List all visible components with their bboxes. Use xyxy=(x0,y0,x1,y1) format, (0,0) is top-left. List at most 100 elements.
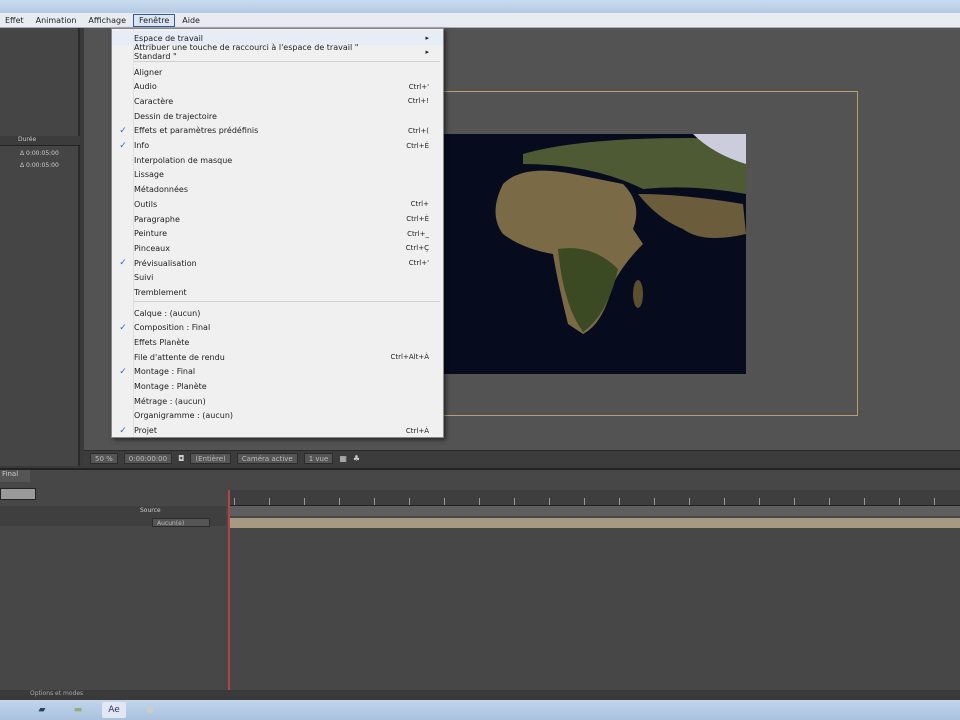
menu-item[interactable]: Métrage : (aucun) xyxy=(112,394,443,408)
menu-item-label: Montage : Planète xyxy=(134,382,207,391)
menu-item-label: Effets Planète xyxy=(134,337,190,347)
menu-item[interactable]: ✓ Projet Ctrl+À xyxy=(112,424,443,438)
menu-item[interactable]: Caractère Ctrl+! xyxy=(112,94,443,108)
app-icon[interactable]: ● xyxy=(138,702,162,718)
menu-item-shortcut: Ctrl+À xyxy=(405,426,429,435)
parent-select[interactable]: Aucun(e) xyxy=(152,518,210,527)
menu-item[interactable]: Attribuer une touche de raccourci à l'es… xyxy=(112,43,443,61)
menu-aide[interactable]: Aide xyxy=(177,15,205,26)
menu-item-label: Effets et paramètres prédéfinis xyxy=(134,126,259,136)
ruler-tick xyxy=(234,498,235,505)
checkmark-icon: ✓ xyxy=(119,366,127,377)
menu-item-label: Peinture xyxy=(134,229,167,239)
menu-item[interactable]: Dessin de trajectoire xyxy=(112,109,443,123)
timecode-field[interactable]: 0:00:00:00 xyxy=(123,453,173,464)
checkmark-icon: ✓ xyxy=(119,258,127,269)
explorer-icon[interactable]: ▬ xyxy=(66,702,90,718)
layer-columns: Source Aucun(e) xyxy=(0,506,226,527)
menu-item-shortcut: Ctrl+È xyxy=(406,215,429,223)
menu-affichage[interactable]: Affichage xyxy=(83,15,131,26)
menu-item-shortcut: Ctrl+Ç xyxy=(405,244,429,253)
menu-fenetre[interactable]: Fenêtre xyxy=(133,13,176,27)
ruler-tick xyxy=(794,498,795,505)
menu-item-label: Lissage xyxy=(134,170,164,180)
grid-icon[interactable]: ▦ xyxy=(339,454,347,463)
menu-item[interactable]: Pinceaux Ctrl+Ç xyxy=(112,241,443,255)
menu-item[interactable]: ✓ Info Ctrl+É xyxy=(112,139,443,153)
menu-item-label: Interpolation de masque xyxy=(134,155,233,165)
checkmark-icon: ✓ xyxy=(119,322,127,333)
timeline-search-input[interactable] xyxy=(0,488,36,500)
africa-map-image xyxy=(495,134,746,334)
ruler-tick xyxy=(584,498,585,505)
time-ruler[interactable] xyxy=(228,490,960,506)
menu-item-shortcut: Ctrl+Alt+À xyxy=(390,353,429,362)
menu-item-label: Tremblement xyxy=(134,288,187,297)
status-bar[interactable]: Options et modes xyxy=(0,690,960,700)
menu-item[interactable]: Peinture Ctrl+_ xyxy=(112,227,443,241)
resolution-select[interactable]: (Entière) xyxy=(190,453,231,464)
work-area-bar[interactable] xyxy=(228,506,960,516)
menu-item[interactable]: Lissage xyxy=(112,168,443,182)
menu-item-label: Caractère xyxy=(134,96,174,106)
menu-item[interactable]: Métadonnées xyxy=(112,183,443,197)
menu-effet[interactable]: Effet xyxy=(0,15,29,26)
ruler-tick xyxy=(304,498,305,505)
menu-item[interactable]: Outils Ctrl+ xyxy=(112,197,443,211)
ruler-tick xyxy=(339,498,340,505)
menu-item-label: Dessin de trajectoire xyxy=(134,111,217,121)
menu-separator xyxy=(134,301,440,303)
ruler-tick xyxy=(409,498,410,505)
menu-item[interactable]: Montage : Planète xyxy=(112,380,443,394)
menu-item[interactable]: Tremblement xyxy=(112,286,443,300)
menu-item-label: Audio xyxy=(134,82,157,92)
menu-item[interactable]: ✓ Effets et paramètres prédéfinis Ctrl+( xyxy=(112,124,443,138)
menu-item[interactable]: Organigramme : (aucun) xyxy=(112,409,443,423)
menu-item-shortcut: Ctrl+( xyxy=(407,126,429,135)
menu-item-label: Métrage : (aucun) xyxy=(134,396,206,406)
menu-item[interactable]: ✓ Composition : Final xyxy=(112,321,443,335)
ruler-tick xyxy=(934,498,935,505)
source-column-header[interactable]: Source xyxy=(140,507,161,514)
menu-item-label: Composition : Final xyxy=(134,323,211,333)
menu-item[interactable]: Aligner xyxy=(112,65,443,79)
ruler-tick xyxy=(864,498,865,505)
menu-item-shortcut: Ctrl+! xyxy=(407,97,429,106)
zoom-select[interactable]: 50 % xyxy=(90,453,118,464)
duration-column-header[interactable]: Durée xyxy=(0,136,80,146)
menu-item[interactable]: Calque : (aucun) xyxy=(112,306,443,320)
menu-item[interactable]: File d'attente de rendu Ctrl+Alt+À xyxy=(112,350,443,364)
earth-map-layer[interactable] xyxy=(443,134,746,374)
ruler-tick xyxy=(619,498,620,505)
menu-item-shortcut: Ctrl+' xyxy=(408,82,429,91)
menu-item[interactable]: Interpolation de masque xyxy=(112,153,443,167)
menu-item-label: Montage : Final xyxy=(134,367,196,377)
current-time-indicator[interactable] xyxy=(228,490,230,690)
after-effects-icon[interactable]: Ae xyxy=(102,702,126,718)
checkmark-icon: ✓ xyxy=(119,140,127,151)
ruler-tick xyxy=(374,498,375,505)
menu-item[interactable]: Paragraphe Ctrl+È xyxy=(112,212,443,226)
menu-item[interactable]: Effets Planète xyxy=(112,335,443,349)
checkmark-icon: ✓ xyxy=(119,425,127,436)
menu-animation[interactable]: Animation xyxy=(31,15,82,26)
show-desktop-icon[interactable]: ▰ xyxy=(30,702,54,718)
menu-item-shortcut: Ctrl+É xyxy=(406,141,429,150)
menu-item-label: Prévisualisation xyxy=(134,258,197,268)
menu-item[interactable]: Audio Ctrl+' xyxy=(112,80,443,94)
menu-item[interactable]: Suivi xyxy=(112,271,443,285)
timeline-tab-final[interactable]: Final xyxy=(0,470,30,482)
menu-item-shortcut: Ctrl+' xyxy=(408,259,429,268)
layer-duration-bar[interactable] xyxy=(228,518,960,528)
camera-select[interactable]: Caméra active xyxy=(236,453,298,464)
ruler-tick xyxy=(549,498,550,505)
menu-item[interactable]: ✓ Prévisualisation Ctrl+' xyxy=(112,256,443,270)
flowchart-icon[interactable]: ♣ xyxy=(353,454,360,463)
menu-item[interactable]: ✓ Montage : Final xyxy=(112,365,443,379)
camera-snapshot-icon[interactable]: ◘ xyxy=(178,454,184,463)
views-select[interactable]: 1 vue xyxy=(303,453,334,464)
menu-item-label: Pinceaux xyxy=(134,243,170,253)
ruler-tick xyxy=(829,498,830,505)
menu-item-label: Suivi xyxy=(134,273,154,283)
menu-item-label: Info xyxy=(134,141,150,150)
